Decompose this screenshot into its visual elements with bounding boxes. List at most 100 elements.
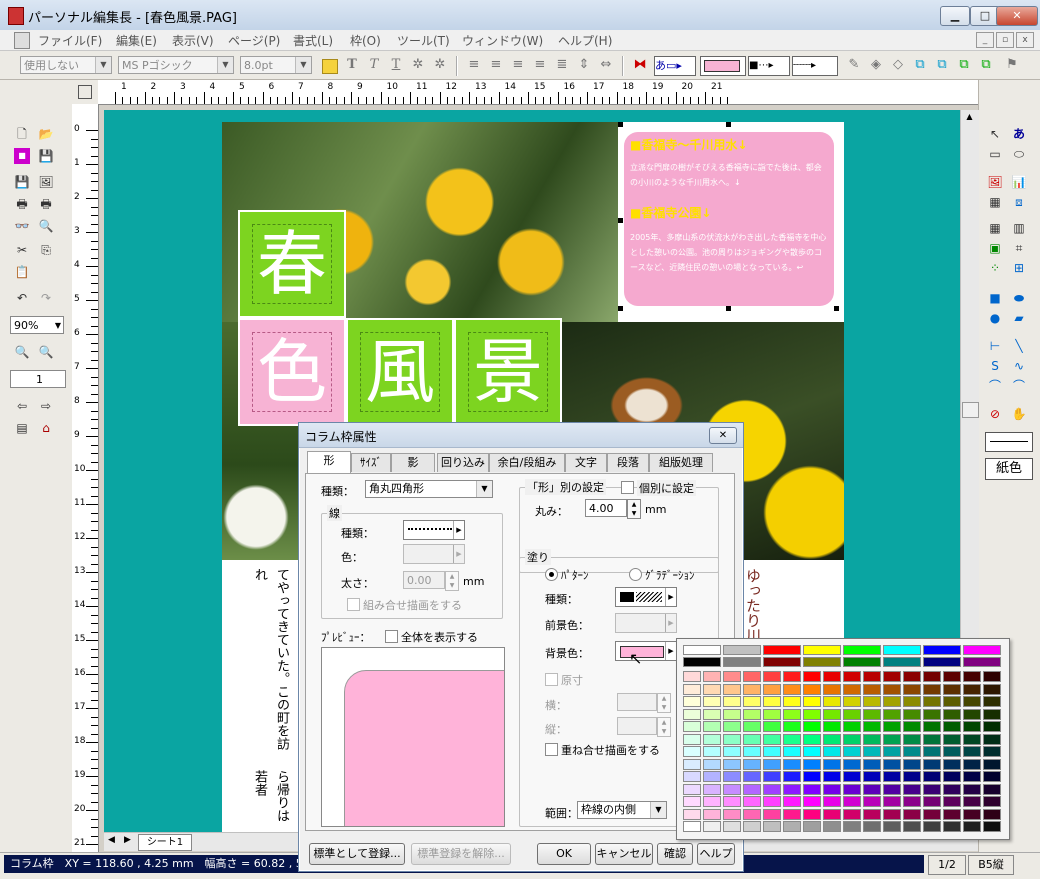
color-swatch[interactable]: [883, 746, 901, 757]
color-swatch[interactable]: [863, 671, 881, 682]
export-icon[interactable]: 🖼: [38, 174, 54, 190]
color-swatch[interactable]: [843, 645, 881, 655]
prev-page-icon[interactable]: ⇦: [14, 398, 30, 414]
color-swatch[interactable]: [743, 721, 761, 732]
color-swatch[interactable]: [683, 758, 701, 770]
color-swatch[interactable]: [923, 657, 961, 667]
bring-front-icon[interactable]: ⧉: [912, 57, 928, 73]
web-icon[interactable]: ■: [14, 148, 30, 164]
forward-icon[interactable]: ⧉: [956, 57, 972, 73]
color-swatch[interactable]: [723, 683, 741, 695]
color-swatch[interactable]: [803, 645, 841, 655]
color-swatch[interactable]: [743, 746, 761, 757]
color-swatch[interactable]: [843, 708, 861, 720]
menu-page[interactable]: ページ(P): [228, 32, 280, 49]
color-swatch[interactable]: [743, 708, 761, 720]
color-swatch[interactable]: [883, 821, 901, 832]
new-document-icon[interactable]: 🗋: [14, 126, 30, 142]
color-swatch[interactable]: [903, 671, 921, 682]
justify-icon[interactable]: ≡: [532, 57, 548, 73]
color-swatch[interactable]: [683, 783, 701, 795]
line-width-input[interactable]: 0.00: [403, 571, 445, 589]
open-folder-icon[interactable]: 📂: [38, 126, 54, 142]
arc2-icon[interactable]: ⌒: [1011, 378, 1027, 394]
color-swatch[interactable]: [803, 721, 821, 732]
underline-icon[interactable]: T: [388, 57, 404, 73]
color-swatch[interactable]: [903, 696, 921, 707]
paste-icon[interactable]: 📋: [14, 264, 30, 280]
color-swatch[interactable]: [803, 708, 821, 720]
pattern-picker[interactable]: ■⋯▸: [748, 56, 790, 76]
color-swatch[interactable]: [703, 683, 721, 695]
menu-edit[interactable]: 編集(E): [116, 32, 157, 49]
save-icon[interactable]: 💾: [38, 148, 54, 164]
color-swatch[interactable]: [883, 657, 921, 667]
resize-handle[interactable]: [618, 218, 623, 223]
register-default-button[interactable]: 標準として登録...: [309, 843, 405, 865]
color-text-icon[interactable]: [322, 59, 338, 74]
color-swatch[interactable]: [683, 683, 701, 695]
print-icon[interactable]: 🖶: [14, 196, 30, 212]
color-swatch[interactable]: [943, 821, 961, 832]
color-swatch[interactable]: [683, 645, 721, 655]
color-swatch[interactable]: [783, 783, 801, 795]
line-type-picker[interactable]: ▶: [403, 520, 465, 540]
curve-icon[interactable]: S: [987, 358, 1003, 374]
color-swatch[interactable]: [983, 721, 1001, 732]
color-swatch[interactable]: [803, 696, 821, 707]
mdi-close-button[interactable]: x: [1016, 32, 1034, 48]
table-icon[interactable]: ▦: [987, 220, 1003, 236]
color-swatch[interactable]: [963, 746, 981, 757]
frame-link-icon[interactable]: ⧓: [632, 57, 648, 73]
color-swatch[interactable]: [743, 821, 761, 832]
menu-frame[interactable]: 枠(O): [350, 32, 381, 49]
overlap-draw-checkbox[interactable]: [545, 743, 558, 756]
round-frame-icon[interactable]: ⬭: [1011, 146, 1027, 162]
color-swatch[interactable]: [723, 808, 741, 820]
picture-icon[interactable]: ▣: [987, 240, 1003, 256]
color-swatch[interactable]: [723, 733, 741, 745]
rectangle-icon[interactable]: ■: [987, 290, 1003, 306]
color-swatch[interactable]: [743, 796, 761, 807]
tab-margin-columns[interactable]: 余白/段組み: [489, 453, 565, 472]
color-swatch[interactable]: [803, 771, 821, 782]
align-right-icon[interactable]: ≡: [510, 57, 526, 73]
color-swatch[interactable]: [803, 683, 821, 695]
original-size-checkbox[interactable]: [545, 673, 558, 686]
line-style-picker[interactable]: ┄┄┄▸: [792, 56, 838, 76]
line-width-spinner[interactable]: ▲ ▼: [445, 571, 459, 591]
color-swatch[interactable]: [723, 821, 741, 832]
color-swatch[interactable]: [783, 771, 801, 782]
tab-shape[interactable]: 形: [307, 451, 351, 474]
color-swatch[interactable]: [943, 746, 961, 757]
color-swatch[interactable]: [963, 783, 981, 795]
resize-handle[interactable]: [726, 306, 731, 311]
menu-format[interactable]: 書式(L): [293, 32, 333, 49]
color-swatch[interactable]: [923, 808, 941, 820]
outline-icon[interactable]: ✲: [410, 57, 426, 73]
color-swatch[interactable]: [723, 796, 741, 807]
color-swatch[interactable]: [983, 821, 1001, 832]
color-swatch[interactable]: [683, 796, 701, 807]
distribute-icon[interactable]: ≣: [554, 57, 570, 73]
preview-glasses-icon[interactable]: 👓: [14, 218, 30, 234]
tab-wrap[interactable]: 回り込み: [437, 453, 489, 472]
color-swatch[interactable]: [783, 683, 801, 695]
color-swatch[interactable]: [983, 796, 1001, 807]
color-swatch[interactable]: [703, 821, 721, 832]
color-swatch[interactable]: [683, 808, 701, 820]
color-swatch[interactable]: [823, 783, 841, 795]
italic-icon[interactable]: T: [366, 57, 382, 73]
align-left-icon[interactable]: ≡: [466, 57, 482, 73]
color-swatch[interactable]: [923, 696, 941, 707]
color-swatch[interactable]: [843, 796, 861, 807]
zigzag-icon[interactable]: ∿: [1011, 358, 1027, 374]
group-icon[interactable]: ◈: [868, 57, 884, 73]
color-swatch[interactable]: [823, 758, 841, 770]
color-swatch[interactable]: [743, 696, 761, 707]
color-swatch[interactable]: [763, 696, 781, 707]
pen-icon[interactable]: ✎: [846, 57, 862, 73]
bold-icon[interactable]: T: [344, 57, 360, 73]
print-setup-icon[interactable]: 🖶: [38, 196, 54, 212]
color-swatch[interactable]: [843, 783, 861, 795]
